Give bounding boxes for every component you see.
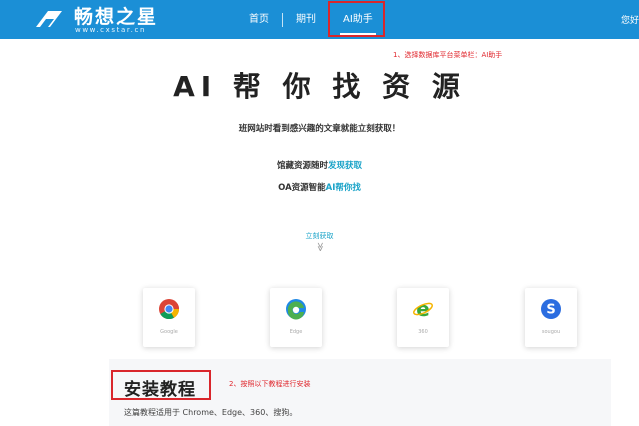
feature-line-2: OA资源智能AI帮你找 <box>0 181 639 193</box>
annotation-step1: 1、选择数据库平台菜单栏：AI助手 <box>393 51 503 59</box>
top-navbar: 畅想之星 www.cxstar.cn 首页 期刊 AI助手 您好 <box>0 0 639 39</box>
browser-name: Edge <box>289 329 303 335</box>
nav-item-journals[interactable]: 期刊 <box>283 13 329 27</box>
user-greeting[interactable]: 您好 <box>621 13 639 26</box>
feature-line-1-prefix: 馆藏资源随时 <box>276 161 328 171</box>
install-note: 这篇教程适用于 Chrome、Edge、360、搜狗。 <box>124 408 298 417</box>
nav-item-home[interactable]: 首页 <box>236 13 282 27</box>
svg-text:e: e <box>416 298 430 320</box>
ie-360-icon: e <box>413 298 433 320</box>
browser-card-google[interactable]: Google <box>143 288 195 347</box>
browser-name: sougou <box>541 329 561 335</box>
sogou-icon: S <box>541 299 561 319</box>
hero-subtitle: 班网站时看到感兴趣的文章就能立刻获取！ <box>238 124 401 134</box>
feature-line-2-prefix: OA资源智能 <box>278 183 326 193</box>
edge-icon <box>286 299 306 320</box>
highlight-box-install <box>111 370 211 400</box>
logo-subtext: www.cxstar.cn <box>75 26 146 34</box>
highlight-box-ai-menu <box>328 1 385 37</box>
browser-card-sougou[interactable]: S sougou <box>525 288 577 347</box>
browser-name: Google <box>160 329 178 335</box>
get-now-link[interactable]: 立刻获取 <box>0 231 639 241</box>
browser-card-360[interactable]: e 360 <box>397 288 449 347</box>
browser-list: Google Edge e 360 S sougou <box>0 288 639 350</box>
feature-line-2-accent: AI帮你找 <box>325 183 361 193</box>
annotation-step2: 2、按照以下教程进行安装 <box>229 380 311 388</box>
browser-card-edge[interactable]: Edge <box>270 288 322 347</box>
svg-text:S: S <box>546 303 555 318</box>
feature-line-1: 馆藏资源随时发现获取 <box>0 159 639 171</box>
site-logo[interactable]: 畅想之星 www.cxstar.cn <box>34 6 174 34</box>
chevron-glyph: ≫ <box>314 242 325 252</box>
chrome-icon <box>159 299 180 320</box>
chevron-down-icon[interactable]: ≫ <box>0 242 639 252</box>
logo-mark-icon <box>36 11 62 27</box>
feature-line-1-accent: 发现获取 <box>328 161 363 171</box>
logo-text: 畅想之星 <box>74 6 159 28</box>
hero-title: AI 帮 你 找 资 源 <box>173 70 466 103</box>
browser-name: 360 <box>418 329 428 335</box>
